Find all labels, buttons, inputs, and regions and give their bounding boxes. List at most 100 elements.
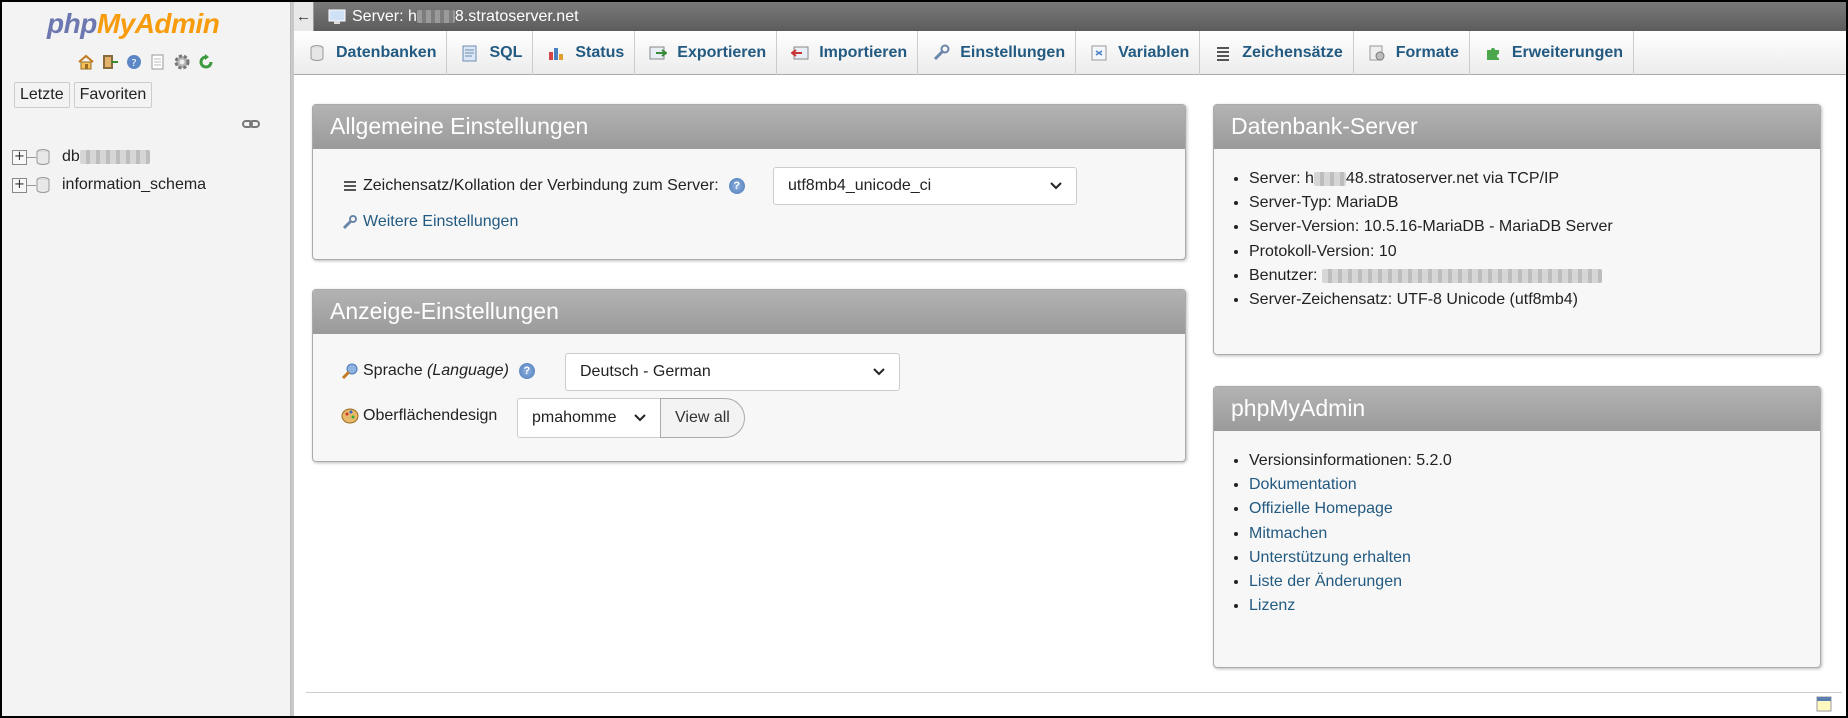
- nav-icon-bar: ?: [76, 52, 216, 72]
- tab-status[interactable]: Status: [533, 31, 636, 75]
- tab-label: Datenbanken: [336, 44, 437, 61]
- more-settings-link[interactable]: Weitere Einstellungen: [363, 213, 518, 231]
- recent-tab[interactable]: Letzte: [14, 82, 70, 108]
- theme-value: pmahomme: [532, 409, 617, 426]
- panel-title: Datenbank-Server: [1214, 105, 1820, 149]
- theme-label: Oberflächendesign: [363, 407, 498, 424]
- view-all-button[interactable]: View all: [660, 398, 745, 438]
- collation-value: utf8mb4_unicode_ci: [788, 177, 932, 194]
- list-item: Unterstützung erhalten: [1249, 546, 1452, 570]
- support-link[interactable]: Unterstützung erhalten: [1249, 549, 1411, 566]
- settings-icon[interactable]: [172, 52, 192, 72]
- list-item: Mitmachen: [1249, 522, 1452, 546]
- help-icon[interactable]: ?: [124, 52, 144, 72]
- theme-select[interactable]: pmahomme: [517, 398, 661, 438]
- list-item: Protokoll-Version: 10: [1249, 240, 1613, 264]
- tab-exportieren[interactable]: Exportieren: [635, 31, 778, 75]
- charset-icon: [1217, 47, 1230, 61]
- collation-select[interactable]: utf8mb4_unicode_ci: [773, 167, 1077, 205]
- tab-label: Variablen: [1118, 44, 1190, 61]
- help-icon[interactable]: ?: [728, 178, 745, 194]
- license-link[interactable]: Lizenz: [1249, 597, 1295, 614]
- list-item: Liste der Änderungen: [1249, 570, 1452, 594]
- tab-erweiterungen[interactable]: Erweiterungen: [1470, 31, 1635, 75]
- list-item: Benutzer:: [1249, 264, 1613, 288]
- tree-label[interactable]: db: [62, 148, 80, 166]
- docs-icon[interactable]: [148, 52, 168, 72]
- theme-row: Oberflächendesign: [341, 407, 497, 425]
- collation-row: Zeichensatz/Kollation der Verbindung zum…: [343, 177, 745, 195]
- list-item: Server: h48.stratoserver.net via TCP/IP: [1249, 167, 1613, 191]
- chevron-down-icon: [634, 414, 646, 422]
- help-icon[interactable]: ?: [518, 363, 535, 379]
- home-icon[interactable]: [76, 52, 96, 72]
- collation-label: Zeichensatz/Kollation der Verbindung zum…: [363, 177, 719, 194]
- contribute-link[interactable]: Mitmachen: [1249, 525, 1327, 542]
- database-server-panel: Datenbank-Server Server: h48.stratoserve…: [1213, 104, 1821, 355]
- tab-importieren[interactable]: Importieren: [777, 31, 919, 75]
- expand-icon[interactable]: +: [12, 149, 27, 165]
- sql-icon: [462, 45, 477, 62]
- tab-einstellungen[interactable]: Einstellungen: [918, 31, 1077, 75]
- redacted-text: [1313, 171, 1346, 186]
- palette-icon: [341, 408, 359, 424]
- tab-zeichensaetze[interactable]: Zeichensätze: [1200, 31, 1354, 75]
- homepage-link[interactable]: Offizielle Homepage: [1249, 500, 1393, 517]
- engines-icon: [1369, 45, 1385, 61]
- redacted-text: [79, 150, 150, 164]
- nav-tabs: Letzte Favoriten: [14, 82, 153, 108]
- tab-datenbanken[interactable]: Datenbanken: [294, 31, 448, 75]
- reload-icon[interactable]: [196, 52, 216, 72]
- tab-variablen[interactable]: Variablen: [1076, 31, 1201, 75]
- chevron-down-icon: [873, 368, 885, 376]
- tab-label: Erweiterungen: [1511, 44, 1624, 61]
- tab-label: Importieren: [819, 44, 908, 61]
- expand-icon[interactable]: +: [12, 177, 27, 193]
- console-icon[interactable]: [1816, 696, 1832, 712]
- panel-title: Anzeige-Einstellungen: [313, 290, 1185, 334]
- list-item: Lizenz: [1249, 594, 1452, 618]
- server-icon: [328, 9, 346, 24]
- server-info-list: Server: h48.stratoserver.net via TCP/IP …: [1249, 167, 1613, 312]
- tab-label: Einstellungen: [960, 44, 1066, 61]
- list-item: Dokumentation: [1249, 473, 1452, 497]
- tree-item-db[interactable]: + db: [12, 143, 206, 171]
- favorites-tab[interactable]: Favoriten: [73, 82, 153, 108]
- logo[interactable]: phpMyAdmin: [47, 8, 220, 40]
- console-divider: [306, 692, 1842, 693]
- pma-info-list: Versionsinformationen: 5.2.0 Dokumentati…: [1249, 449, 1452, 618]
- tab-label: Zeichensätze: [1242, 44, 1343, 61]
- language-select[interactable]: Deutsch - German: [565, 353, 900, 391]
- server-breadcrumb: ← Server: h 8.stratoserver.net: [294, 2, 1846, 31]
- database-icon: [310, 45, 324, 61]
- wrench-icon: [934, 44, 950, 61]
- general-settings-panel: Allgemeine Einstellungen Zeichensatz/Kol…: [312, 104, 1186, 260]
- tree-connector: [27, 156, 36, 158]
- exit-icon[interactable]: [100, 52, 120, 72]
- tab-label: Status: [575, 44, 625, 61]
- server-name[interactable]: Server: h 8.stratoserver.net: [352, 8, 579, 26]
- chevron-down-icon: [1050, 182, 1062, 190]
- top-menu: Datenbanken SQL Status Exportieren Impor…: [294, 31, 1846, 75]
- main-content: ← Server: h 8.stratoserver.net Datenbanke…: [294, 2, 1846, 716]
- redacted-text: [1321, 268, 1602, 283]
- navigation-panel: phpMyAdmin ? Letzte Favoriten + db + inf…: [2, 2, 291, 716]
- language-row: Sprache (Language) ?: [341, 362, 535, 380]
- link-icon[interactable]: [242, 119, 260, 129]
- list-item: Offizielle Homepage: [1249, 497, 1452, 521]
- language-icon: [341, 363, 358, 380]
- language-label: Sprache: [363, 362, 423, 379]
- tab-sql[interactable]: SQL: [447, 31, 534, 75]
- panel-title: phpMyAdmin: [1214, 387, 1820, 431]
- tree-label[interactable]: information_schema: [62, 176, 206, 194]
- status-icon: [549, 48, 564, 60]
- plugin-icon: [1486, 48, 1499, 60]
- changelog-link[interactable]: Liste der Änderungen: [1249, 573, 1402, 590]
- tree-item-information-schema[interactable]: + information_schema: [12, 171, 206, 199]
- list-item: Server-Version: 10.5.16-MariaDB - MariaD…: [1249, 215, 1613, 239]
- collapse-nav-button[interactable]: ←: [294, 2, 314, 31]
- redacted-text: [416, 9, 455, 23]
- tab-formate[interactable]: Formate: [1354, 31, 1470, 75]
- tab-label: Exportieren: [677, 44, 767, 61]
- documentation-link[interactable]: Dokumentation: [1249, 476, 1357, 493]
